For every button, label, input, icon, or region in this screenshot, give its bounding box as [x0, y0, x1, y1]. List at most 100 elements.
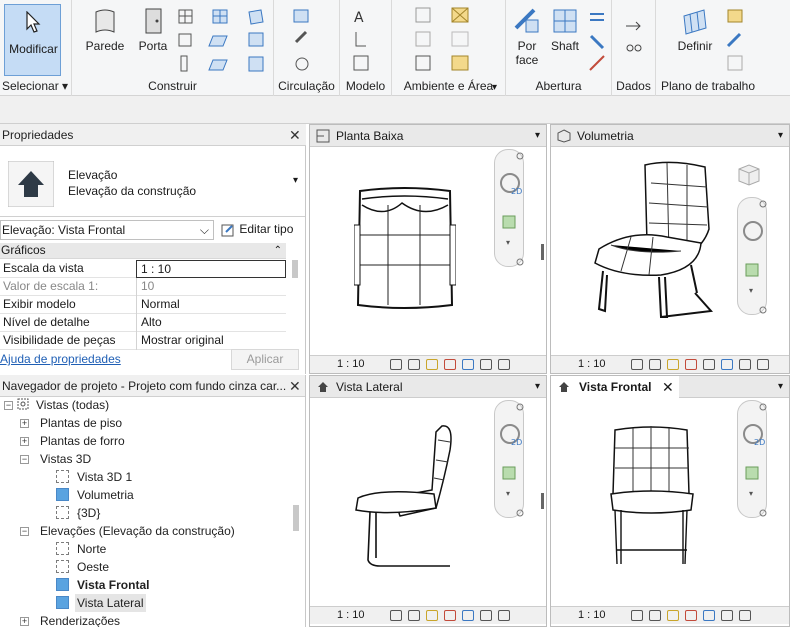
elevation-view-icon — [559, 382, 569, 392]
plano-small-icons[interactable] — [726, 8, 746, 74]
menu-icon[interactable]: ▾ — [778, 125, 783, 147]
parede-button[interactable]: Parede — [82, 6, 128, 53]
active-tab[interactable]: Vista Frontal ✕ — [551, 376, 679, 398]
view-scale[interactable]: 1 : 10 — [578, 356, 606, 373]
tree-norte[interactable]: Norte — [77, 540, 106, 558]
navigation-bar[interactable]: 2D ▾ — [494, 400, 524, 518]
porta-button[interactable]: Porta — [134, 6, 172, 53]
menu-icon[interactable]: ▾ — [778, 376, 783, 398]
svg-text:▾: ▾ — [506, 238, 510, 247]
menu-icon[interactable]: ▾ — [535, 376, 540, 398]
properties-title: Propriedades — [0, 124, 306, 146]
view-volumetria[interactable]: Volumetria ▾ ▾ 1 : 10 — [550, 124, 790, 374]
type-selector[interactable]: Elevação Elevação da construção ▾ — [0, 147, 305, 217]
property-key: Nível de detalhe — [3, 315, 90, 329]
view-vista-frontal[interactable]: Vista Frontal ✕ ▾ 2D ▾ 1 : 10 — [550, 375, 790, 627]
property-row[interactable]: Visibilidade de peças Mostrar original — [0, 332, 286, 350]
circulacao-icons[interactable] — [292, 8, 328, 74]
expand-icon[interactable]: + — [20, 617, 29, 626]
view-scale[interactable]: 1 : 10 — [578, 607, 606, 624]
tree-vista-3d-1[interactable]: Vista 3D 1 — [77, 468, 132, 486]
modelo-icons[interactable]: A — [352, 8, 382, 74]
workplane-icon — [683, 9, 707, 35]
view-scale[interactable]: 1 : 10 — [337, 607, 365, 624]
modificar-button[interactable]: Modificar — [4, 4, 61, 76]
property-row[interactable]: Escala da vista 1 : 10 — [0, 260, 286, 278]
view-scrollbar[interactable] — [541, 244, 544, 260]
view-scale[interactable]: 1 : 10 — [337, 356, 365, 373]
tree-vistas-3d[interactable]: Vistas 3D — [40, 450, 91, 468]
group-plano-trabalho: Definir Plano de trabalho — [656, 0, 760, 96]
svg-text:2D: 2D — [754, 438, 765, 447]
property-row[interactable]: Exibir modelo Normal — [0, 296, 286, 314]
tree-vistas-todas[interactable]: Vistas (todas) — [36, 396, 109, 414]
menu-icon[interactable]: ▾ — [535, 125, 540, 147]
property-value[interactable]: 1 : 10 — [136, 260, 286, 278]
por-face-button[interactable]: Por face — [510, 6, 544, 67]
tree-vista-lateral[interactable]: Vista Lateral — [75, 594, 146, 612]
ambiente-icons[interactable] — [412, 6, 492, 72]
property-row[interactable]: Nível de detalhe Alto — [0, 314, 286, 332]
browser-scrollbar[interactable] — [293, 505, 299, 531]
close-icon[interactable]: ✕ — [289, 378, 301, 395]
view-open-icon — [56, 488, 69, 501]
steering-wheel-icon: 2D ▾ — [500, 152, 524, 266]
close-icon[interactable]: ✕ — [289, 127, 301, 144]
tree-plantas-forro[interactable]: Plantas de forro — [40, 432, 125, 450]
property-value[interactable]: Alto — [136, 314, 286, 332]
shaft-label: Shaft — [550, 39, 580, 53]
navigation-bar[interactable]: ▾ — [737, 197, 767, 315]
3d-view-icon — [557, 129, 571, 143]
collapse-icon[interactable]: − — [20, 527, 29, 536]
properties-scrollbar[interactable] — [292, 260, 298, 278]
cursor-icon — [26, 11, 41, 33]
navigation-bar[interactable]: 2D ▾ — [737, 400, 767, 518]
shaft-button[interactable]: Shaft — [548, 6, 582, 53]
property-value[interactable]: 10 — [136, 278, 286, 296]
svg-text:▾: ▾ — [506, 489, 510, 498]
tab-vista-lateral[interactable]: Vista Lateral ▾ — [310, 376, 546, 398]
tree-oeste[interactable]: Oeste — [77, 558, 109, 576]
view-scrollbar[interactable] — [541, 493, 544, 509]
help-link[interactable]: Ajuda de propriedades — [0, 352, 121, 366]
tree-elevacoes[interactable]: Elevações (Elevação da construção) — [40, 522, 235, 540]
svg-text:▾: ▾ — [749, 286, 753, 295]
tree-3d[interactable]: {3D} — [77, 504, 100, 522]
construir-small-icons[interactable] — [177, 8, 272, 74]
collapse-icon[interactable]: − — [4, 401, 13, 410]
abertura-small-icons[interactable] — [588, 8, 608, 74]
view-control-icons[interactable] — [390, 356, 516, 373]
apply-button[interactable]: Aplicar — [231, 349, 299, 370]
close-icon[interactable]: ✕ — [662, 376, 674, 398]
tree-plantas-piso[interactable]: Plantas de piso — [40, 414, 122, 432]
floor-plan-icon — [316, 129, 330, 143]
view-control-icons[interactable] — [631, 356, 775, 373]
edit-type-button[interactable]: Editar tipo — [220, 220, 293, 240]
property-value[interactable]: Normal — [136, 296, 286, 314]
navigation-bar[interactable]: 2D ▾ — [494, 149, 524, 267]
view-planta-baixa[interactable]: Planta Baixa ▾ 2D ▾ 1 : 10 — [309, 124, 547, 374]
definir-button[interactable]: Definir — [670, 6, 720, 53]
view-control-icons[interactable] — [390, 607, 516, 624]
tab-planta-baixa[interactable]: Planta Baixa ▾ — [310, 125, 546, 147]
section-graficos[interactable]: Gráficos ⌃ — [0, 243, 286, 259]
expand-icon[interactable]: + — [20, 419, 29, 428]
property-value[interactable]: Mostrar original — [136, 332, 286, 350]
svg-text:2D: 2D — [511, 438, 522, 447]
dados-icons[interactable] — [624, 16, 644, 60]
tree-vista-frontal[interactable]: Vista Frontal — [77, 576, 149, 594]
view-vista-lateral[interactable]: Vista Lateral ▾ 2D ▾ 1 : 10 — [309, 375, 547, 627]
viewcube-icon[interactable] — [735, 163, 761, 187]
selecionar-dropdown[interactable]: Selecionar ▾ — [0, 79, 71, 93]
project-browser: Navegador de projeto - Projeto com fundo… — [0, 375, 306, 627]
property-row[interactable]: Valor de escala 1: 10 — [0, 278, 286, 296]
expand-icon[interactable]: + — [20, 437, 29, 446]
tab-label: Vista Frontal — [579, 380, 652, 394]
view-control-icons[interactable] — [631, 607, 757, 624]
tab-volumetria[interactable]: Volumetria ▾ — [551, 125, 789, 147]
collapse-icon[interactable]: − — [20, 455, 29, 464]
tab-vista-frontal[interactable]: Vista Frontal ✕ ▾ — [551, 376, 789, 398]
tree-volumetria[interactable]: Volumetria — [77, 486, 134, 504]
tree-renderizacoes[interactable]: Renderizações — [40, 612, 120, 627]
instance-selector[interactable]: Elevação: Vista Frontal ⌵ — [0, 220, 214, 240]
